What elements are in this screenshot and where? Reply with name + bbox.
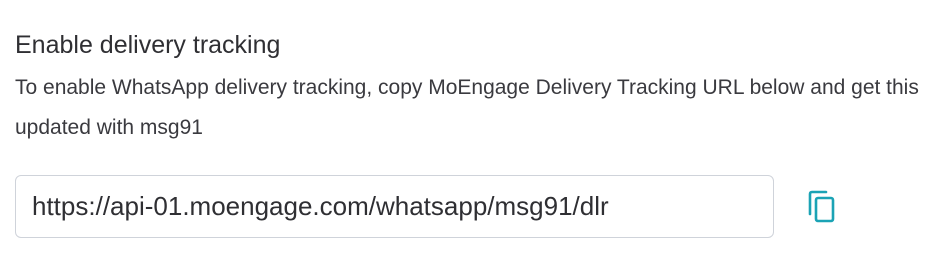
url-row <box>15 175 837 238</box>
delivery-tracking-section: Enable delivery tracking To enable Whats… <box>15 28 925 148</box>
section-description: To enable WhatsApp delivery tracking, co… <box>15 76 919 139</box>
tracking-url-field[interactable] <box>15 175 774 238</box>
copy-icon <box>808 190 835 222</box>
section-title: Enable delivery tracking <box>15 31 281 59</box>
copy-url-button[interactable] <box>807 190 837 224</box>
